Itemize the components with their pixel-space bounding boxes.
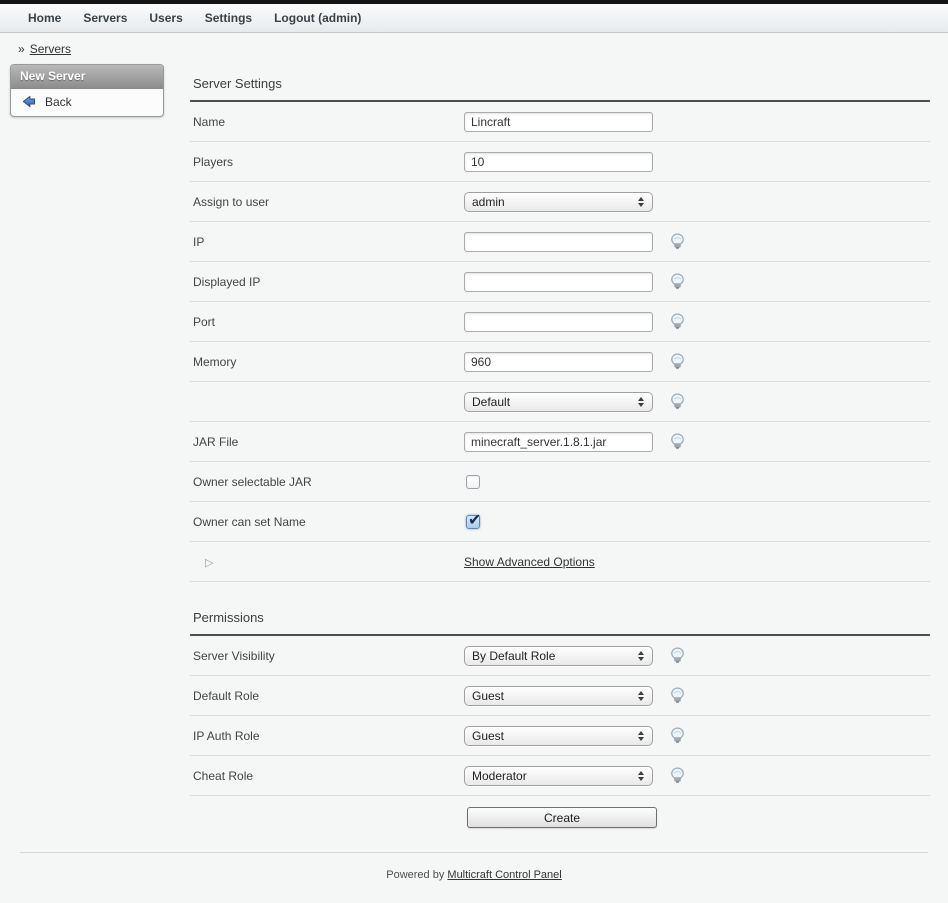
select-value: Default — [472, 395, 638, 409]
players-input[interactable] — [464, 152, 653, 172]
help-bulb-icon[interactable] — [669, 273, 686, 290]
field-label: IP Auth Role — [190, 729, 464, 743]
nav-item-settings[interactable]: Settings — [194, 11, 263, 25]
form-row-port: Port — [190, 302, 930, 342]
help-bulb-icon[interactable] — [669, 353, 686, 370]
main-nav: Home Servers Users Settings Logout (admi… — [0, 4, 948, 33]
help-bulb-icon[interactable] — [669, 433, 686, 450]
back-button[interactable]: Back — [11, 89, 163, 116]
select-value: Guest — [472, 689, 638, 703]
permissions-heading: Permissions — [190, 582, 930, 636]
default-preset-select[interactable]: Default — [464, 392, 653, 412]
owner-can-set-name-checkbox[interactable] — [466, 515, 480, 529]
nav-item-home[interactable]: Home — [17, 11, 72, 25]
field-label: Server Visibility — [190, 649, 464, 663]
cheat-role-select[interactable]: Moderator — [464, 766, 653, 786]
memory-input[interactable] — [464, 352, 653, 372]
select-stepper-icon — [638, 691, 645, 701]
field-label: Owner can set Name — [190, 515, 464, 529]
field-label: Default Role — [190, 689, 464, 703]
breadcrumb-arrow: » — [18, 42, 25, 56]
sidebar-new-server-box: New Server Back — [10, 64, 164, 117]
form-row-assign-user: Assign to user admin — [190, 182, 930, 222]
help-bulb-icon[interactable] — [669, 767, 686, 784]
form-row-default-preset: Default — [190, 382, 930, 422]
name-input[interactable] — [464, 112, 653, 132]
select-stepper-icon — [638, 397, 645, 407]
form-row-owner-can-set-name: Owner can set Name — [190, 502, 930, 542]
help-bulb-icon[interactable] — [669, 313, 686, 330]
sidebar-title: New Server — [11, 65, 163, 89]
field-label: Name — [190, 115, 464, 129]
main-form-area: Server Settings Name Players Assign to u… — [190, 56, 930, 838]
nav-item-servers[interactable]: Servers — [72, 11, 138, 25]
help-bulb-icon[interactable] — [669, 233, 686, 250]
create-button-row: Create — [190, 796, 930, 838]
default-role-select[interactable]: Guest — [464, 686, 653, 706]
nav-item-logout[interactable]: Logout (admin) — [263, 11, 372, 25]
assign-to-user-select[interactable]: admin — [464, 192, 653, 212]
back-label: Back — [45, 95, 72, 109]
select-value: Moderator — [472, 769, 638, 783]
select-value: Guest — [472, 729, 638, 743]
form-row-server-visibility: Server Visibility By Default Role — [190, 636, 930, 676]
form-row-owner-selectable-jar: Owner selectable JAR — [190, 462, 930, 502]
form-row-default-role: Default Role Guest — [190, 676, 930, 716]
select-stepper-icon — [638, 651, 645, 661]
nav-item-users[interactable]: Users — [138, 11, 193, 25]
form-row-ip-auth-role: IP Auth Role Guest — [190, 716, 930, 756]
help-bulb-icon[interactable] — [669, 727, 686, 744]
multicraft-link[interactable]: Multicraft Control Panel — [447, 869, 561, 881]
select-value: By Default Role — [472, 649, 638, 663]
disclosure-triangle-icon[interactable]: ▷ — [205, 556, 213, 569]
field-label: Memory — [190, 355, 464, 369]
field-label: Owner selectable JAR — [190, 475, 464, 489]
form-row-ip: IP — [190, 222, 930, 262]
jar-file-input[interactable] — [464, 432, 653, 452]
field-label: Cheat Role — [190, 769, 464, 783]
page-footer: Powered by Multicraft Control Panel — [20, 852, 928, 881]
select-stepper-icon — [638, 771, 645, 781]
ip-auth-role-select[interactable]: Guest — [464, 726, 653, 746]
field-label: ▷ — [190, 555, 464, 569]
help-bulb-icon[interactable] — [669, 393, 686, 410]
field-label: Port — [190, 315, 464, 329]
field-label: IP — [190, 235, 464, 249]
select-stepper-icon — [638, 197, 645, 207]
server-visibility-select[interactable]: By Default Role — [464, 646, 653, 666]
breadcrumb: » Servers — [0, 33, 948, 56]
help-bulb-icon[interactable] — [669, 687, 686, 704]
form-row-cheat-role: Cheat Role Moderator — [190, 756, 930, 796]
form-row-jar-file: JAR File — [190, 422, 930, 462]
server-settings-heading: Server Settings — [190, 56, 930, 102]
select-stepper-icon — [638, 731, 645, 741]
back-arrow-icon — [20, 94, 37, 109]
form-row-players: Players — [190, 142, 930, 182]
field-label: Displayed IP — [190, 275, 464, 289]
field-label: Assign to user — [190, 195, 464, 209]
port-input[interactable] — [464, 312, 653, 332]
field-label: Players — [190, 155, 464, 169]
form-row-displayed-ip: Displayed IP — [190, 262, 930, 302]
breadcrumb-servers-link[interactable]: Servers — [30, 42, 71, 56]
help-bulb-icon[interactable] — [669, 647, 686, 664]
create-button[interactable]: Create — [467, 807, 657, 828]
footer-text: Powered by — [386, 869, 444, 881]
show-advanced-options-link[interactable]: Show Advanced Options — [464, 555, 595, 569]
displayed-ip-input[interactable] — [464, 272, 653, 292]
field-label: JAR File — [190, 435, 464, 449]
select-value: admin — [472, 195, 638, 209]
form-row-name: Name — [190, 102, 930, 142]
owner-selectable-jar-checkbox[interactable] — [466, 475, 480, 489]
ip-input[interactable] — [464, 232, 653, 252]
form-row-advanced-options: ▷ Show Advanced Options — [190, 542, 930, 582]
form-row-memory: Memory — [190, 342, 930, 382]
